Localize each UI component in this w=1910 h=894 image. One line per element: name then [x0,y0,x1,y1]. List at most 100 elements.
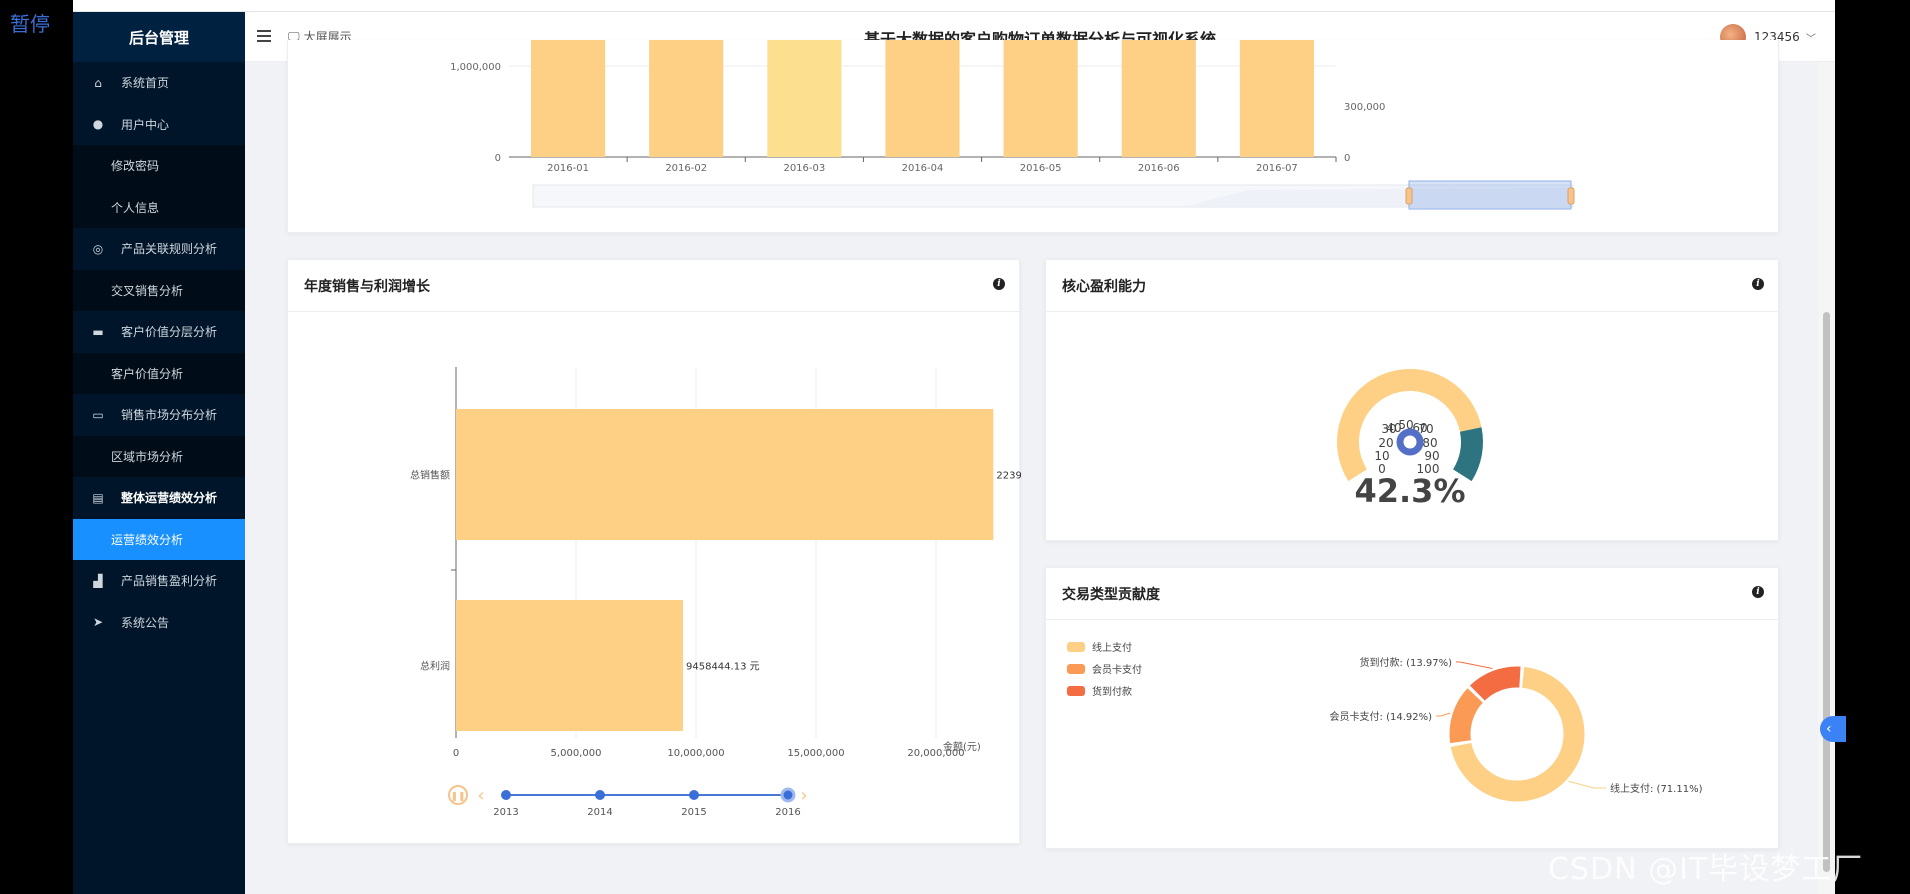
user-icon: ● [92,117,104,132]
gauge-arc-end [1452,427,1483,482]
sidebar-item-label: 销售市场分布分析 [121,408,218,423]
timeline-label: 2016 [775,807,800,818]
y2-tick-label: 300,000 [1344,102,1385,113]
trade-type-header: 交易类型贡献度 i [1046,568,1778,620]
timeline-label: 2014 [587,807,612,818]
gauge-tick-label: 90 [1424,449,1439,463]
bar [1239,40,1314,157]
sidebar-item-4[interactable]: ◎ 产品关联规则分析 [73,228,245,270]
x-tick-label: 2016-03 [783,163,825,174]
sidebar-item-label: 用户中心 [121,117,170,132]
donut-slice [1448,686,1484,745]
sidebar-item-12[interactable]: ▟ 产品销售盈利分析 [73,560,245,602]
info-icon[interactable]: i [1752,278,1764,290]
sidebar-item-label: 产品销售盈利分析 [121,574,218,589]
x-tick-label: 2016-07 [1256,163,1298,174]
sidebar-item-7[interactable]: 客户价值分析 [73,352,245,394]
chevron-down-icon: ﹀ [1805,33,1816,45]
trade-type-donut-chart: 线上支付会员卡支付货到付款线上支付: (71.11%) 会员卡支付: (14.92… [1067,641,1703,803]
sidebar-item-label: 系统首页 [121,76,170,91]
sidebar-item-11[interactable]: 运营绩效分析 [73,518,245,560]
y2-tick-label: 0 [1344,153,1350,164]
bar [767,40,842,157]
annual-bar-chart: 0 5,000,000 10,000,000 15,000,000 20,000,000… [410,367,1076,818]
top-edge [73,0,1835,12]
core-profit-header: 核心盈利能力 i [1046,260,1778,312]
value-label: 9458444.13 元 [686,662,760,673]
sidebar-item-label: 客户价值分析 [111,366,184,381]
timeline-point [501,790,511,800]
y-tick-label: 总销售额 [410,469,450,482]
bar [456,600,684,731]
legend-swatch [1067,664,1085,674]
x-tick-label: 5,000,000 [551,748,602,759]
sidebar-item-6[interactable]: ▬ 客户价值分层分析 [73,311,245,353]
gauge-tick-label: 20 [1378,436,1393,450]
bar [531,40,606,157]
sidebar-item-8[interactable]: ▭ 销售市场分布分析 [73,394,245,436]
info-icon[interactable]: i [1752,586,1764,598]
sidebar: 后台管理 ⌂ 系统首页 ● 用户中心修改密码个人信息 ◎ 产品关联规则分析 交叉销售分析 ▬ 客… [73,12,245,894]
y-tick-label: 1,000,000 [450,62,501,73]
sidebar-item-label: 区域市场分析 [111,449,184,464]
send-icon: ➤ [92,615,104,630]
legend-label: 货到付款 [1092,685,1132,698]
slice-label: 货到付款: (13.97%) [1360,656,1453,669]
monthly-chart-card: 1,000,000 0 300,000 0 2016-01 2016-02 2016-03 2… [287,40,1779,233]
sidebar-item-label: 整体运营绩效分析 [121,491,218,506]
x-tick-label: 2016-05 [1020,163,1062,174]
sidebar-item-13[interactable]: ➤ 系统公告 [73,602,245,644]
briefcase-icon: ▬ [92,324,104,339]
pause-icon: ❚❚ [450,792,465,802]
bar [456,409,994,540]
sidebar-item-label: 修改密码 [111,159,160,174]
bar [1121,40,1196,157]
sidebar-item-label: 运营绩效分析 [111,532,184,547]
leader-line [1456,661,1493,669]
collapse-panel-button[interactable]: ‹ [1820,716,1846,742]
clipboard-icon: ▤ [92,490,104,505]
scrollbar[interactable] [1818,62,1835,894]
scrollbar-thumb[interactable] [1823,312,1830,872]
sidebar-item-label: 客户价值分层分析 [121,325,218,340]
sidebar-item-9[interactable]: 区域市场分析 [73,435,245,477]
monthly-bar-chart: 1,000,000 0 300,000 0 2016-01 2016-02 2016-03 2… [450,40,1575,210]
sidebar-item-2[interactable]: 修改密码 [73,145,245,187]
info-icon[interactable]: i [993,278,1005,290]
slice-label: 会员卡支付: (14.92%) [1330,710,1433,723]
sidebar-item-1[interactable]: ● 用户中心 [73,104,245,146]
sidebar-menu: ⌂ 系统首页 ● 用户中心修改密码个人信息 ◎ 产品关联规则分析 交叉销售分析 ▬ 客户价值分层… [73,62,245,643]
timeline-label: 2013 [493,807,518,818]
legend-label: 会员卡支付 [1092,663,1142,676]
sidebar-item-label: 系统公告 [121,615,170,630]
prev-icon: ‹ [477,785,484,806]
sidebar-item-5[interactable]: 交叉销售分析 [73,269,245,311]
annual-sales-title: 年度销售与利润增长 [304,278,430,295]
datazoom-handle-right [1567,187,1575,205]
sidebar-brand: 后台管理 [73,12,245,62]
annual-sales-header: 年度销售与利润增长 i [288,260,1019,312]
legend-label: 线上支付 [1092,641,1132,654]
gauge-pointer-hub [1396,428,1424,456]
chat-icon: ▭ [92,407,104,422]
datazoom-window [1408,180,1572,210]
sidebar-item-label: 产品关联规则分析 [121,242,218,257]
legend-swatch [1067,686,1085,696]
sidebar-item-10[interactable]: ▤ 整体运营绩效分析 [73,477,245,519]
sidebar-item-0[interactable]: ⌂ 系统首页 [73,62,245,104]
sidebar-item-label: 个人信息 [111,200,160,215]
core-profit-card: 核心盈利能力 i 0 10 20 30 40 50 60 70 80 90 100 42.3% [1045,259,1779,541]
sidebar-item-3[interactable]: 个人信息 [73,186,245,228]
bar [649,40,724,157]
timeline-point [689,790,699,800]
core-profit-title: 核心盈利能力 [1062,278,1146,295]
slice-label: 线上支付: (71.11%) [1610,782,1703,795]
legend-swatch [1067,642,1085,652]
datazoom-handle-left [1405,187,1413,205]
x-tick-label: 2016-01 [547,163,589,174]
leader-line [1568,780,1606,789]
x-tick-label: 0 [453,748,459,759]
timeline-label: 2015 [681,807,706,818]
x-tick-label: 2016-04 [902,163,944,174]
pause-label: 暂停 [10,12,50,36]
